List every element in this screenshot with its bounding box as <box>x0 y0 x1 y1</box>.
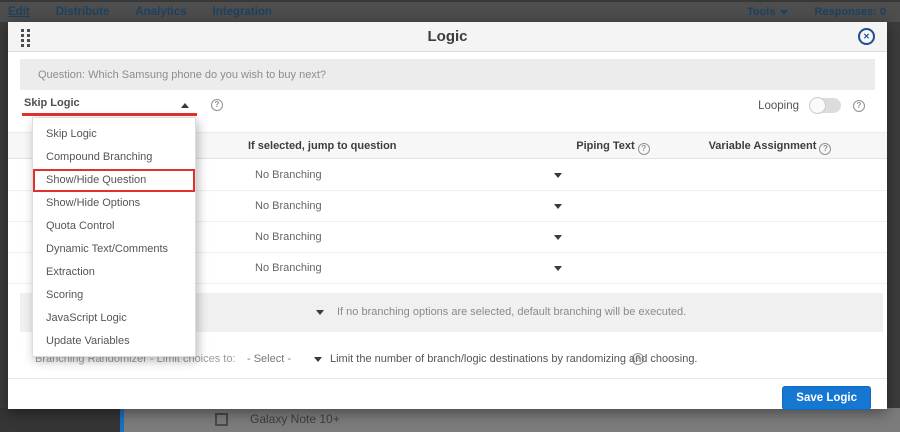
dropdown-item-show-hide-options[interactable]: Show/Hide Options <box>33 192 195 215</box>
randomizer-select[interactable]: - Select - <box>247 347 291 371</box>
chevron-up-icon <box>181 103 189 108</box>
chevron-down-icon[interactable] <box>554 235 562 240</box>
tools-dropdown[interactable]: Tools <box>747 6 789 18</box>
logic-type-dropdown-menu: Skip Logic Compound Branching Show/Hide … <box>32 117 196 357</box>
variable-assignment-label: Variable Assignment <box>709 140 817 152</box>
question-text: Question: Which Samsung phone do you wis… <box>38 69 326 81</box>
menu-item-analytics[interactable]: Analytics <box>135 6 186 18</box>
dimmed-sidebar <box>0 408 120 432</box>
logic-type-help-icon[interactable] <box>211 99 223 111</box>
responses-count: Responses: 0 <box>814 6 886 18</box>
piping-help-icon[interactable] <box>638 143 650 155</box>
dropdown-item-extraction[interactable]: Extraction <box>33 261 195 284</box>
column-header-variable: Variable Assignment <box>680 133 860 160</box>
logic-type-value: Skip Logic <box>24 97 80 109</box>
question-bar: Question: Which Samsung phone do you wis… <box>20 59 875 90</box>
chevron-down-icon[interactable] <box>554 173 562 178</box>
jump-select[interactable]: No Branching <box>255 191 322 222</box>
chevron-down-icon[interactable] <box>554 266 562 271</box>
piping-text-label: Piping Text <box>576 140 634 152</box>
default-branching-note: If no branching options are selected, de… <box>337 293 686 332</box>
dropdown-item-show-hide-question[interactable]: Show/Hide Question <box>33 169 195 192</box>
topbar-right: Tools Responses: 0 <box>747 6 900 18</box>
answer-option-label: Galaxy Note 10+ <box>250 412 340 426</box>
jump-select[interactable]: No Branching <box>255 253 322 284</box>
toggle-knob <box>809 97 826 114</box>
column-header-piping: Piping Text <box>528 133 698 160</box>
modal-header: Logic <box>8 22 887 52</box>
question-highlight-bar <box>120 408 124 432</box>
menu-item-distribute[interactable]: Distribute <box>56 6 110 18</box>
jump-select[interactable]: No Branching <box>255 222 322 253</box>
answer-option-checkbox <box>215 413 228 426</box>
variable-help-icon[interactable] <box>819 143 831 155</box>
close-icon[interactable] <box>858 28 875 45</box>
dropdown-item-scoring[interactable]: Scoring <box>33 284 195 307</box>
looping-toggle[interactable] <box>811 98 841 113</box>
dropdown-item-update-variables[interactable]: Update Variables <box>33 330 195 353</box>
screen: Edit Distribute Analytics Integration To… <box>0 0 900 432</box>
chevron-down-icon <box>780 10 788 15</box>
logic-type-select[interactable]: Skip Logic <box>22 95 197 116</box>
looping-help-icon[interactable] <box>853 100 865 112</box>
dropdown-item-javascript-logic[interactable]: JavaScript Logic <box>33 307 195 330</box>
looping-control: Looping <box>758 98 865 113</box>
drag-handle-icon[interactable] <box>21 29 30 47</box>
dropdown-item-dynamic-text-comments[interactable]: Dynamic Text/Comments <box>33 238 195 261</box>
dimmed-page-background <box>0 408 900 432</box>
tools-label: Tools <box>747 6 776 18</box>
modal-title: Logic <box>8 22 887 52</box>
dropdown-item-quota-control[interactable]: Quota Control <box>33 215 195 238</box>
top-menu: Edit Distribute Analytics Integration <box>0 6 272 18</box>
randomizer-help-icon[interactable] <box>632 353 644 365</box>
answer-option-row: Galaxy Note 10+ <box>215 412 340 426</box>
column-header-jump: If selected, jump to question <box>248 133 397 160</box>
save-logic-button[interactable]: Save Logic <box>782 386 871 410</box>
dropdown-item-compound-branching[interactable]: Compound Branching <box>33 146 195 169</box>
modal-footer: Save Logic <box>8 378 887 409</box>
top-menubar: Edit Distribute Analytics Integration To… <box>0 0 900 22</box>
looping-label: Looping <box>758 100 799 112</box>
jump-select[interactable]: No Branching <box>255 160 322 191</box>
chevron-down-icon[interactable] <box>554 204 562 209</box>
chevron-down-icon[interactable] <box>316 310 324 315</box>
menu-item-edit[interactable]: Edit <box>8 6 30 18</box>
menu-item-integration[interactable]: Integration <box>213 6 272 18</box>
chevron-down-icon[interactable] <box>314 357 322 362</box>
dropdown-item-skip-logic[interactable]: Skip Logic <box>33 123 195 146</box>
